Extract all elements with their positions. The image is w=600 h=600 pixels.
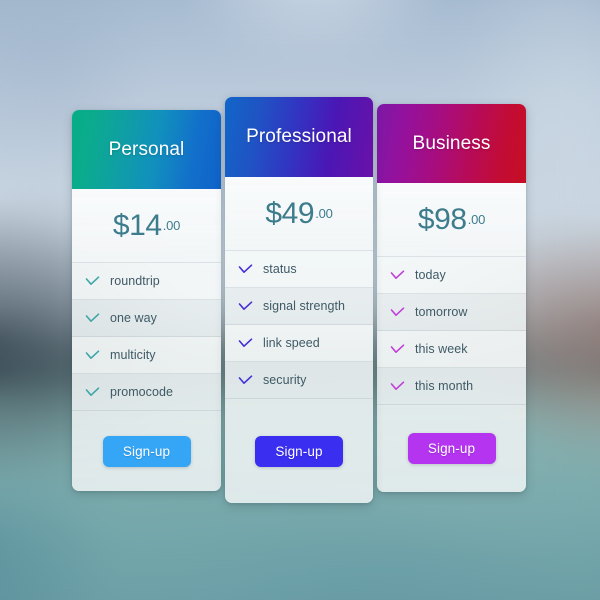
check-icon (390, 381, 405, 390)
pricing-card-business[interactable]: Business $98 .00 today tomorrow this wee… (377, 104, 526, 492)
card-price-personal: $14 .00 (72, 189, 221, 263)
plan-name: Business (412, 132, 491, 154)
signup-button[interactable]: Sign-up (407, 433, 496, 464)
price-amount: $14 (112, 208, 162, 242)
list-item[interactable]: promocode (72, 374, 221, 411)
list-item[interactable]: roundtrip (72, 263, 221, 300)
list-item[interactable]: one way (72, 300, 221, 337)
card-footer-business: Sign-up (377, 405, 526, 492)
card-header-professional: Professional (225, 97, 373, 177)
list-item[interactable]: status (225, 251, 373, 288)
feature-label: this month (415, 379, 474, 393)
check-icon (238, 264, 253, 273)
pricing-table: Personal $14 .00 roundtrip one way multi… (0, 0, 600, 600)
list-item[interactable]: tomorrow (377, 294, 526, 331)
feature-list-personal: roundtrip one way multicity promocode (72, 263, 221, 411)
feature-label: link speed (263, 336, 320, 350)
feature-label: promocode (110, 385, 173, 399)
card-header-personal: Personal (72, 110, 221, 189)
check-icon (85, 313, 100, 322)
pricing-card-personal[interactable]: Personal $14 .00 roundtrip one way multi… (72, 110, 221, 491)
feature-label: one way (110, 311, 157, 325)
price-amount: $49 (265, 196, 315, 230)
list-item[interactable]: this week (377, 331, 526, 368)
check-icon (390, 307, 405, 316)
plan-name: Personal (108, 138, 185, 160)
list-item[interactable]: multicity (72, 337, 221, 374)
price-cents: .00 (162, 218, 181, 233)
card-price-business: $98 .00 (377, 183, 526, 257)
plan-name: Professional (246, 126, 352, 147)
feature-label: roundtrip (110, 274, 160, 288)
feature-label: tomorrow (415, 305, 468, 319)
price-cents: .00 (315, 206, 333, 221)
check-icon (85, 387, 100, 396)
check-icon (238, 301, 253, 310)
feature-list-business: today tomorrow this week this month (377, 257, 526, 405)
feature-label: security (263, 373, 307, 387)
card-footer-personal: Sign-up (72, 411, 221, 491)
list-item[interactable]: link speed (225, 325, 373, 362)
card-header-business: Business (377, 104, 526, 183)
feature-label: this week (415, 342, 468, 356)
price-cents: .00 (467, 212, 486, 227)
feature-label: today (415, 268, 446, 282)
card-footer-professional: Sign-up (225, 399, 373, 503)
price-amount: $98 (417, 202, 467, 236)
pricing-card-professional[interactable]: Professional $49 .00 status signal stren… (225, 97, 373, 503)
signup-button[interactable]: Sign-up (255, 435, 343, 467)
feature-label: signal strength (263, 299, 346, 313)
check-icon (390, 344, 405, 353)
feature-label: multicity (110, 348, 156, 362)
check-icon (85, 276, 100, 285)
check-icon (238, 338, 253, 347)
list-item[interactable]: today (377, 257, 526, 294)
check-icon (85, 350, 100, 359)
card-price-professional: $49 .00 (225, 177, 373, 251)
list-item[interactable]: security (225, 362, 373, 399)
list-item[interactable]: this month (377, 368, 526, 405)
list-item[interactable]: signal strength (225, 288, 373, 325)
feature-list-professional: status signal strength link speed securi… (225, 251, 373, 399)
signup-button[interactable]: Sign-up (102, 435, 191, 467)
check-icon (238, 375, 253, 384)
feature-label: status (263, 262, 297, 276)
check-icon (390, 270, 405, 279)
